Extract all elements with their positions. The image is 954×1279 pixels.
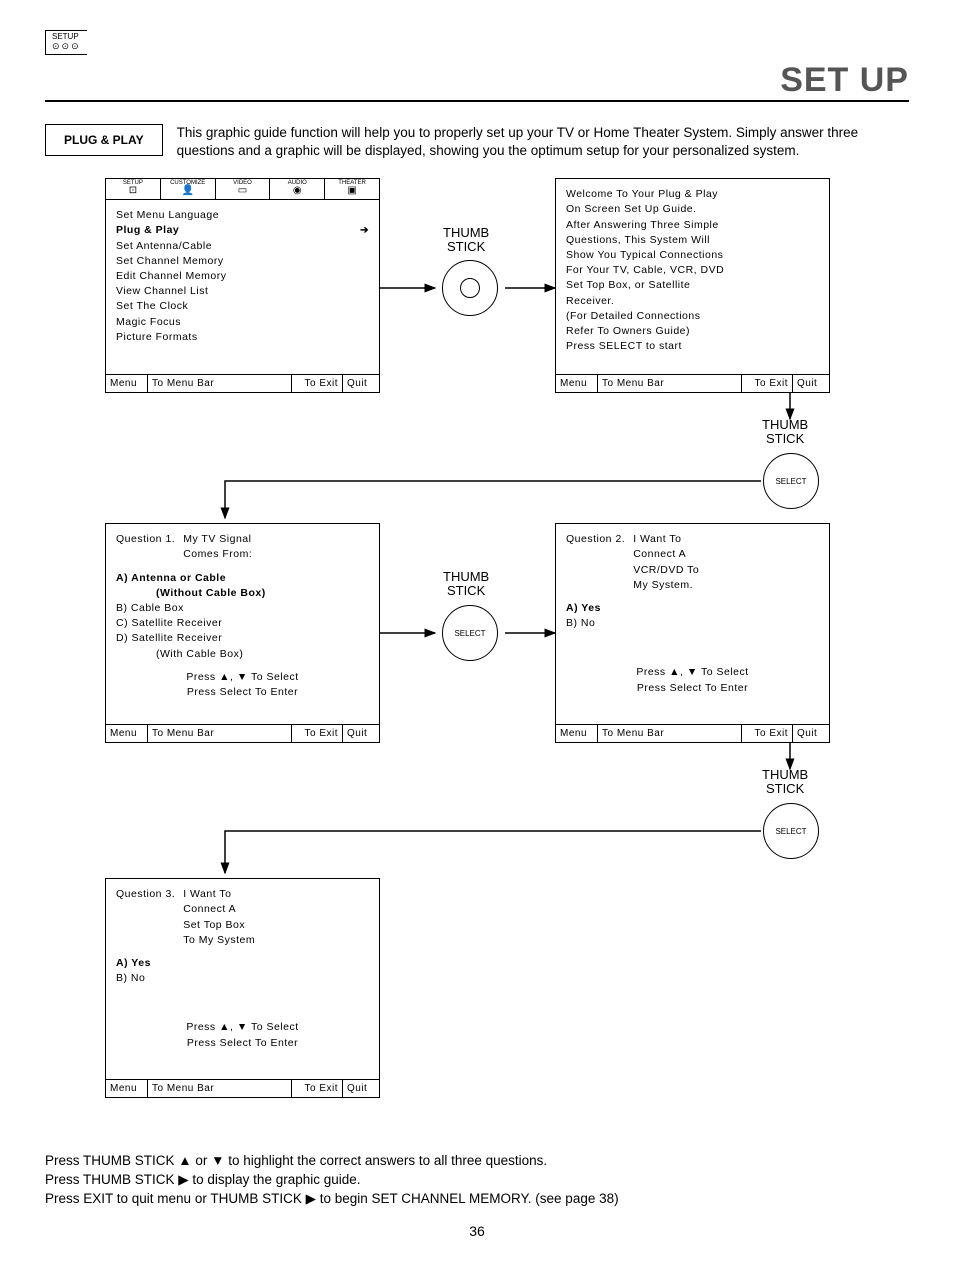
menu-item: Picture Formats bbox=[116, 330, 369, 345]
thumb-stick-circle-1 bbox=[442, 260, 498, 316]
q2-body: Question 2.I Want ToConnect AVCR/DVD ToM… bbox=[556, 524, 829, 724]
bottom-line-2: Press THUMB STICK ▶ to display the graph… bbox=[45, 1171, 909, 1190]
page-header: SET UP bbox=[45, 61, 909, 102]
arrow-right-icon: ➔ bbox=[360, 224, 369, 239]
plug-play-label-box: PLUG & PLAY bbox=[45, 124, 163, 156]
tab-customize: CUSTOMIZE👤 bbox=[161, 179, 216, 199]
menu-item: Set The Clock bbox=[116, 299, 369, 314]
badge-label: SETUP bbox=[52, 32, 79, 41]
menu-item: Magic Focus bbox=[116, 315, 369, 330]
footer-menu: Menu bbox=[106, 375, 148, 392]
bottom-line-3: Press EXIT to quit menu or THUMB STICK ▶… bbox=[45, 1190, 909, 1209]
footer-tobar: To Menu Bar bbox=[148, 375, 291, 392]
thumb-stick-circle-3: SELECT bbox=[442, 605, 498, 661]
bottom-instructions: Press THUMB STICK ▲ or ▼ to highlight th… bbox=[45, 1152, 909, 1209]
screen-q1: Question 1.My TV SignalComes From: A) An… bbox=[105, 523, 380, 743]
tab-audio: AUDIO◉ bbox=[270, 179, 325, 199]
select-label: SELECT bbox=[775, 477, 806, 486]
screen-welcome: Welcome To Your Plug & PlayOn Screen Set… bbox=[555, 178, 830, 393]
q1-body: Question 1.My TV SignalComes From: A) An… bbox=[106, 524, 379, 724]
thumb-stick-label-2: THUMBSTICK bbox=[762, 418, 808, 447]
screen-footer: Menu To Menu Bar To Exit Quit bbox=[106, 724, 379, 742]
badge-dots: ⊙⊙⊙ bbox=[52, 41, 81, 51]
page-title: SET UP bbox=[780, 61, 909, 100]
menu-item-selected: Plug & Play➔ bbox=[116, 223, 369, 238]
intro-row: PLUG & PLAY This graphic guide function … bbox=[45, 124, 909, 160]
screen-footer: Menu To Menu Bar To Exit Quit bbox=[556, 374, 829, 392]
screen-footer: Menu To Menu Bar To Exit Quit bbox=[106, 374, 379, 392]
bottom-line-1: Press THUMB STICK ▲ or ▼ to highlight th… bbox=[45, 1152, 909, 1171]
page-number: 36 bbox=[45, 1223, 909, 1239]
thumb-stick-circle-2: SELECT bbox=[763, 453, 819, 509]
footer-exit: To Exit bbox=[291, 375, 343, 392]
menu-item: Set Channel Memory bbox=[116, 254, 369, 269]
tab-theater: THEATER▣ bbox=[325, 179, 379, 199]
screen-footer: Menu To Menu Bar To Exit Quit bbox=[106, 1079, 379, 1097]
connector-4 bbox=[225, 743, 825, 883]
menu-item: Edit Channel Memory bbox=[116, 269, 369, 284]
thumb-stick-circle-4: SELECT bbox=[763, 803, 819, 859]
menu-item: Set Menu Language bbox=[116, 208, 369, 223]
thumb-stick-label-4: THUMBSTICK bbox=[762, 768, 808, 797]
screen-q3: Question 3.I Want ToConnect ASet Top Box… bbox=[105, 878, 380, 1098]
tab-setup: SETUP⊡ bbox=[106, 179, 161, 199]
footer-quit: Quit bbox=[343, 375, 379, 392]
q3-body: Question 3.I Want ToConnect ASet Top Box… bbox=[106, 879, 379, 1079]
menu-item: Set Antenna/Cable bbox=[116, 239, 369, 254]
screen-footer: Menu To Menu Bar To Exit Quit bbox=[556, 724, 829, 742]
connector-2 bbox=[225, 393, 825, 523]
screen-menu: SETUP⊡ CUSTOMIZE👤 VIDEO▭ AUDIO◉ THEATER▣… bbox=[105, 178, 380, 393]
diagram-area: SETUP⊡ CUSTOMIZE👤 VIDEO▭ AUDIO◉ THEATER▣… bbox=[45, 178, 909, 1148]
welcome-text: Welcome To Your Plug & PlayOn Screen Set… bbox=[556, 179, 829, 374]
menu-list: Set Menu Language Plug & Play➔ Set Anten… bbox=[106, 200, 379, 374]
inner-circle-icon bbox=[460, 278, 480, 298]
menu-top-tabs: SETUP⊡ CUSTOMIZE👤 VIDEO▭ AUDIO◉ THEATER▣ bbox=[106, 179, 379, 200]
tab-video: VIDEO▭ bbox=[216, 179, 271, 199]
thumb-stick-label-1: THUMBSTICK bbox=[443, 226, 489, 255]
menu-item: View Channel List bbox=[116, 284, 369, 299]
setup-badge: SETUP ⊙⊙⊙ bbox=[45, 30, 87, 55]
screen-q2: Question 2.I Want ToConnect AVCR/DVD ToM… bbox=[555, 523, 830, 743]
thumb-stick-label-3: THUMBSTICK bbox=[443, 570, 489, 599]
intro-text: This graphic guide function will help yo… bbox=[177, 124, 909, 160]
